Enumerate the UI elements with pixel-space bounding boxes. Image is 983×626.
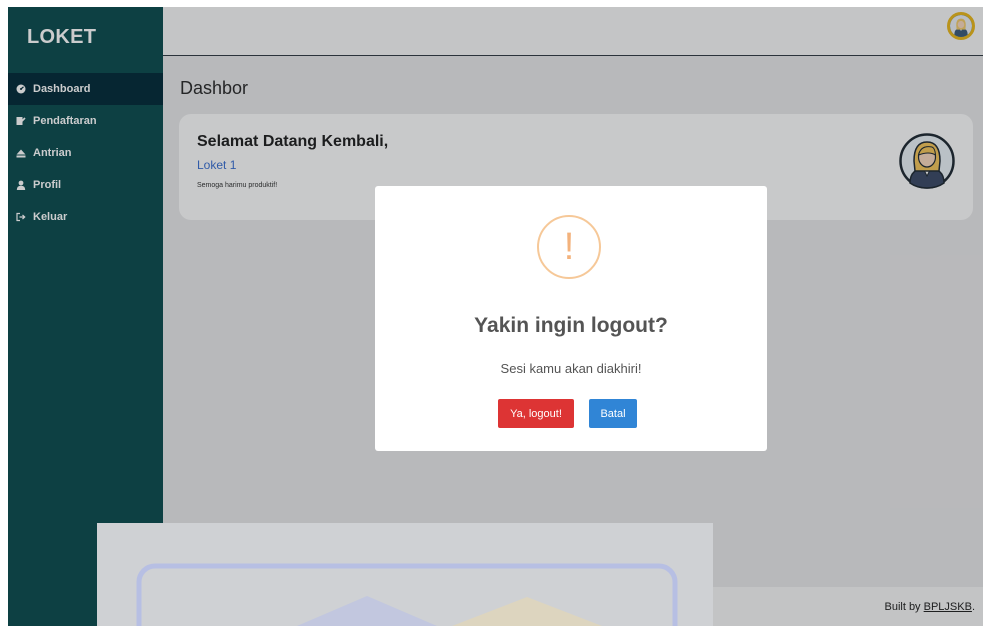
- confirm-logout-button[interactable]: Ya, logout!: [498, 399, 574, 428]
- cancel-button[interactable]: Batal: [589, 399, 637, 428]
- dialog-message: Sesi kamu akan diakhiri!: [500, 361, 642, 376]
- watermark-overlay: [97, 523, 713, 626]
- warning-icon: !: [537, 215, 601, 279]
- logout-dialog: ! Yakin ingin logout? Sesi kamu akan dia…: [375, 186, 767, 451]
- dialog-title: Yakin ingin logout?: [474, 314, 668, 337]
